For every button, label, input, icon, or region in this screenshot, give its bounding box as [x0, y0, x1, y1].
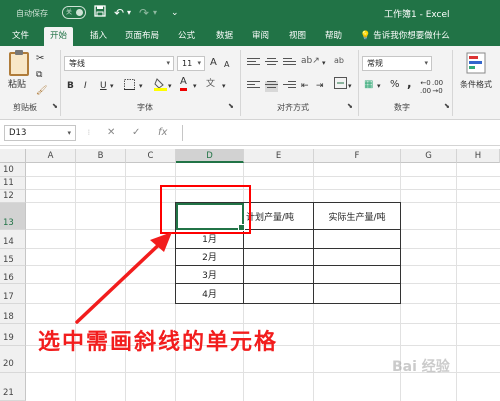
annotation-text: 选中需画斜线的单元格 — [38, 330, 279, 355]
watermark: Bai 经验 — [392, 359, 450, 375]
